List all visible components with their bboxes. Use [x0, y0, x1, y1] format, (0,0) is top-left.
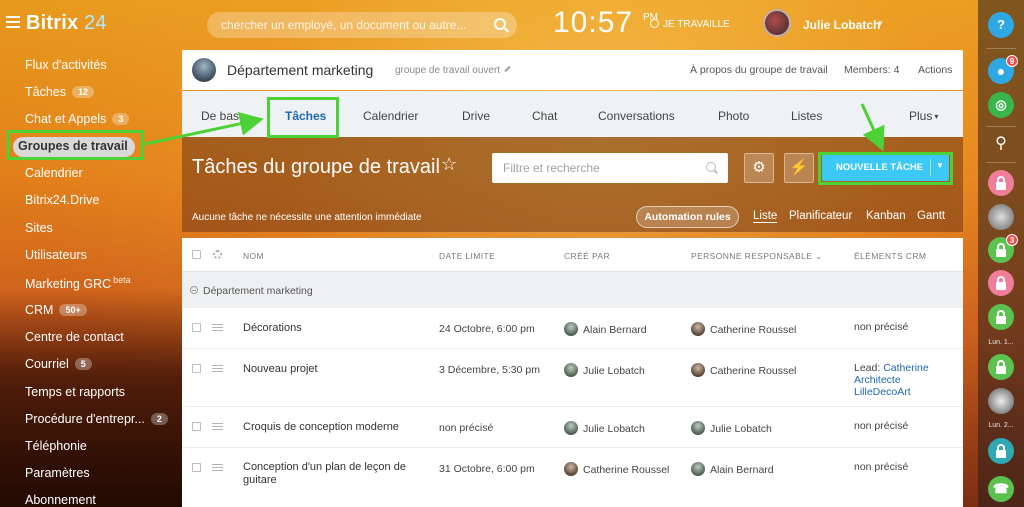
arrow-to-new-task	[860, 103, 885, 152]
arrow-to-tasks-tab	[144, 112, 264, 146]
annotation-arrows	[144, 103, 885, 152]
